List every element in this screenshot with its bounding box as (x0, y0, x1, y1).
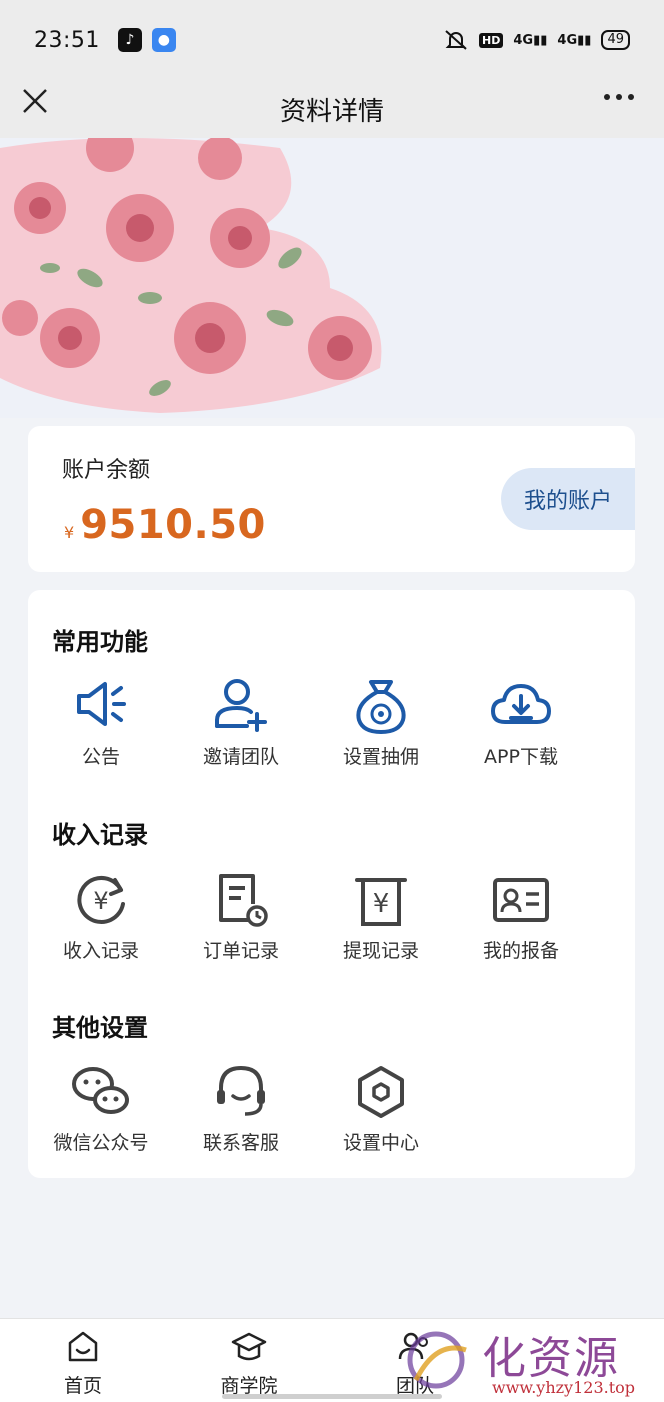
svg-text:¥: ¥ (93, 887, 108, 915)
headset-icon (217, 1065, 265, 1116)
svg-text:¥: ¥ (373, 889, 390, 919)
add-user-icon (215, 679, 267, 732)
status-time: 23:51 (34, 27, 100, 53)
grid-item-order-records[interactable]: 订单记录 (171, 868, 311, 968)
grid-item-income-records[interactable]: ¥ 收入记录 (31, 868, 171, 968)
grid-label: 我的报备 (482, 940, 559, 962)
tab-home[interactable]: 首页 (33, 1329, 133, 1398)
balance-amount: ¥ 9510.50 (64, 502, 266, 548)
grid-item-set-commission[interactable]: 设置抽佣 (311, 674, 451, 774)
watermark-logo-icon (407, 1331, 467, 1389)
withdraw-icon: ¥ (355, 878, 407, 926)
id-card-icon (493, 878, 549, 922)
status-bar: 23:51 ♪ ● HD 4G▮▮ 4G▮▮ 49 (0, 0, 664, 80)
message-notification-icon: ● (151, 28, 176, 52)
grid-item-settings-center[interactable]: 设置中心 (311, 1060, 451, 1160)
tab-label: 首页 (63, 1375, 102, 1397)
grid-label: 联系客服 (202, 1132, 279, 1154)
home-indicator[interactable] (222, 1394, 442, 1399)
watermark: 化资源网 www.yhzy123.top (388, 1318, 664, 1402)
grid-label: 设置抽佣 (342, 746, 419, 768)
yen-refresh-icon: ¥ (77, 875, 125, 924)
wechat-icon (72, 1067, 129, 1114)
grid-item-announcement[interactable]: 公告 (31, 674, 171, 774)
settings-hexagon-icon (358, 1066, 404, 1118)
grid-label: 公告 (81, 746, 120, 768)
profile-banner (0, 138, 664, 418)
close-icon[interactable] (20, 86, 50, 116)
function-card: 常用功能 公告 邀请团队 设置抽佣 APP下载 收入记录 ¥ 收入记录 订单记录… (28, 590, 635, 1178)
nav-bar: 资料详情 (0, 80, 664, 138)
section-title-common: 常用功能 (52, 628, 148, 656)
balance-label: 账户余额 (62, 458, 151, 483)
battery-indicator: 49 (601, 30, 630, 50)
signal-4g-1: 4G▮▮ (513, 32, 548, 48)
signal-4g-2: 4G▮▮ (557, 32, 592, 48)
grid-label: 设置中心 (342, 1132, 419, 1154)
money-bag-icon (356, 680, 406, 735)
grid-label: 微信公众号 (53, 1132, 149, 1154)
section-title-income: 收入记录 (52, 821, 148, 849)
more-options-icon[interactable] (604, 94, 634, 100)
watermark-url: www.yhzy123.top (492, 1378, 636, 1397)
grid-item-app-download[interactable]: APP下载 (451, 674, 591, 774)
rose-pattern-image (0, 138, 382, 413)
grid-item-withdraw-records[interactable]: ¥ 提现记录 (311, 868, 451, 968)
order-clock-icon (219, 874, 268, 927)
status-indicators: HD 4G▮▮ 4G▮▮ 49 (443, 28, 630, 52)
my-account-button[interactable]: 我的账户 (501, 468, 635, 530)
cloud-download-icon (491, 684, 551, 724)
grid-label: APP下载 (484, 746, 558, 768)
grid-label: 提现记录 (342, 940, 419, 962)
grid-item-contact-service[interactable]: 联系客服 (171, 1060, 311, 1160)
grid-label: 订单记录 (202, 940, 279, 962)
grid-item-wechat-official[interactable]: 微信公众号 (31, 1060, 171, 1160)
balance-card: 账户余额 ¥ 9510.50 我的账户 (28, 426, 635, 572)
hd-badge: HD (479, 32, 504, 48)
grid-label: 收入记录 (62, 940, 139, 962)
section-title-other: 其他设置 (52, 1014, 148, 1042)
mute-bell-icon (445, 30, 467, 50)
tab-business-school[interactable]: 商学院 (199, 1329, 299, 1398)
grid-item-invite-team[interactable]: 邀请团队 (171, 674, 311, 774)
megaphone-icon (77, 682, 126, 726)
currency-symbol: ¥ (64, 523, 75, 542)
page-title: 资料详情 (279, 96, 384, 127)
tiktok-notification-icon: ♪ (117, 28, 142, 52)
grid-item-my-reports[interactable]: 我的报备 (451, 868, 591, 968)
balance-value: 9510.50 (80, 502, 266, 548)
graduation-cap-icon (231, 1332, 267, 1361)
grid-label: 邀请团队 (202, 746, 279, 768)
home-icon (68, 1331, 98, 1362)
